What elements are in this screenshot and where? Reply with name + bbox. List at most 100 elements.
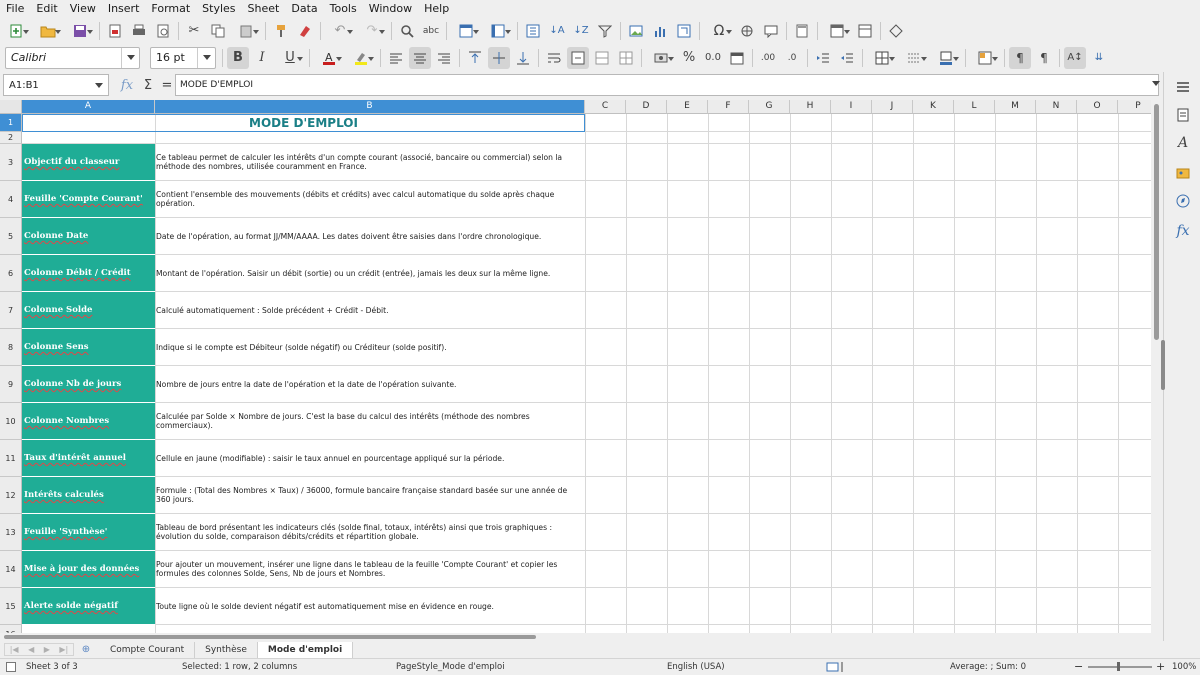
sort-asc-icon[interactable]: ↓A xyxy=(546,20,568,42)
description-cell[interactable]: Calculée par Solde × Nombre de jours. C'… xyxy=(155,403,585,439)
description-cell[interactable]: Pour ajouter un mouvement, insérer une l… xyxy=(155,551,585,587)
sheet-tab[interactable]: Compte Courant xyxy=(100,641,196,658)
column-header-g[interactable]: G xyxy=(749,100,790,114)
vertical-text-icon[interactable]: A↕ xyxy=(1064,46,1086,69)
description-cell[interactable]: Toute ligne où le solde devient négatif … xyxy=(155,588,585,624)
sidebar-menu-icon[interactable] xyxy=(1174,78,1192,96)
description-cell[interactable]: Date de l'opération, au format JJ/MM/AAA… xyxy=(155,218,585,254)
tab-navigation[interactable]: |◀ ◀ ▶ ▶| xyxy=(4,643,74,656)
menu-styles[interactable]: Styles xyxy=(196,0,241,17)
row-header-7[interactable]: 7 xyxy=(0,292,22,329)
label-cell[interactable]: Mise à jour des données xyxy=(22,551,155,588)
label-cell[interactable]: Colonne Date xyxy=(22,218,155,255)
row-header-10[interactable]: 10 xyxy=(0,403,22,440)
column-header-n[interactable]: N xyxy=(1036,100,1077,114)
menu-sheet[interactable]: Sheet xyxy=(242,0,286,17)
increase-indent-icon[interactable] xyxy=(812,47,834,69)
find-icon[interactable] xyxy=(396,20,418,42)
remove-decimal-button[interactable]: .0 xyxy=(781,47,803,69)
align-middle-icon[interactable] xyxy=(488,46,510,69)
row-header-9[interactable]: 9 xyxy=(0,366,22,403)
row-header-12[interactable]: 12 xyxy=(0,477,22,514)
horizontal-scroll-thumb[interactable] xyxy=(4,635,536,639)
navigator-icon[interactable] xyxy=(1174,192,1192,210)
copy-icon[interactable] xyxy=(207,20,229,42)
label-cell[interactable]: Objectif du classeur xyxy=(22,144,155,181)
align-left-icon[interactable] xyxy=(385,47,407,69)
menu-file[interactable]: File xyxy=(0,0,30,17)
label-cell[interactable]: Intérêts calculés xyxy=(22,477,155,514)
font-color-icon[interactable]: A xyxy=(314,47,344,69)
pivot-icon[interactable] xyxy=(673,20,695,42)
last-sheet-icon[interactable]: ▶| xyxy=(59,645,68,654)
new-doc-icon[interactable] xyxy=(1,20,31,42)
cut-icon[interactable]: ✂ xyxy=(183,20,205,42)
row-header-16[interactable]: 16 xyxy=(0,625,22,633)
description-cell[interactable]: Nombre de jours entre la date de l'opéra… xyxy=(155,366,585,402)
column-header-e[interactable]: E xyxy=(667,100,708,114)
row-header-14[interactable]: 14 xyxy=(0,551,22,588)
sort-icon[interactable] xyxy=(522,20,544,42)
row-header-6[interactable]: 6 xyxy=(0,255,22,292)
merge-cells-icon[interactable] xyxy=(591,47,613,69)
conditional-format-icon[interactable] xyxy=(970,47,1000,69)
open-icon[interactable] xyxy=(33,20,63,42)
zoom-slider[interactable] xyxy=(1088,666,1152,668)
first-sheet-icon[interactable]: |◀ xyxy=(10,645,19,654)
properties-icon[interactable] xyxy=(1174,106,1192,124)
label-cell[interactable]: Colonne Débit / Crédit xyxy=(22,255,155,292)
description-cell[interactable]: Formule : (Total des Nombres × Taux) / 3… xyxy=(155,477,585,513)
selection-mode-icon[interactable] xyxy=(826,659,846,675)
gallery-icon[interactable] xyxy=(1174,164,1192,182)
italic-button[interactable]: I xyxy=(251,47,273,69)
borders-icon[interactable] xyxy=(867,47,897,69)
currency-icon[interactable] xyxy=(646,47,676,69)
print-preview-icon[interactable] xyxy=(152,20,174,42)
align-top-icon[interactable] xyxy=(464,47,486,69)
column-header-h[interactable]: H xyxy=(790,100,831,114)
column-icon[interactable] xyxy=(483,20,513,42)
row-header-4[interactable]: 4 xyxy=(0,181,22,218)
row-header-8[interactable]: 8 xyxy=(0,329,22,366)
title-cell[interactable]: MODE D'EMPLOI xyxy=(22,114,585,132)
merge-center-icon[interactable] xyxy=(567,46,589,69)
sidebar-grip[interactable] xyxy=(1161,340,1165,390)
align-right-icon[interactable] xyxy=(433,47,455,69)
label-cell[interactable]: Colonne Nb de jours xyxy=(22,366,155,403)
export-pdf-icon[interactable] xyxy=(104,20,126,42)
row-header-5[interactable]: 5 xyxy=(0,218,22,255)
redo-icon[interactable]: ↷ xyxy=(357,20,387,42)
row-header-11[interactable]: 11 xyxy=(0,440,22,477)
unmerge-cells-icon[interactable] xyxy=(615,47,637,69)
label-cell[interactable]: Colonne Nombres xyxy=(22,403,155,440)
column-header-j[interactable]: J xyxy=(872,100,913,114)
column-header-m[interactable]: M xyxy=(995,100,1036,114)
label-cell[interactable]: Alerte solde négatif xyxy=(22,588,155,625)
label-cell[interactable]: Taux d'intérêt annuel xyxy=(22,440,155,477)
zoom-slider-knob[interactable] xyxy=(1117,662,1120,671)
underline-button[interactable]: U xyxy=(275,47,305,69)
sheet-tab[interactable]: Synthèse xyxy=(195,641,258,658)
prev-sheet-icon[interactable]: ◀ xyxy=(28,645,34,654)
header-footer-icon[interactable] xyxy=(791,20,813,42)
styles-icon[interactable]: A xyxy=(1174,134,1192,152)
spreadsheet-grid[interactable]: ABCDEFGHIJKLMNOP12345678910111213141516O… xyxy=(0,100,1151,633)
formula-icon[interactable]: = xyxy=(159,78,175,93)
row-header-2[interactable]: 2 xyxy=(0,132,22,144)
comment-icon[interactable] xyxy=(760,20,782,42)
wrap-text-icon[interactable] xyxy=(543,47,565,69)
next-sheet-icon[interactable]: ▶ xyxy=(44,645,50,654)
add-sheet-icon[interactable]: ⊕ xyxy=(78,644,94,655)
menu-format[interactable]: Format xyxy=(145,0,196,17)
description-cell[interactable]: Tableau de bord présentant les indicateu… xyxy=(155,514,585,550)
row-header-1[interactable]: 1 xyxy=(0,114,22,132)
sort-desc-icon[interactable]: ↓Z xyxy=(570,20,592,42)
sum-status[interactable]: Average: ; Sum: 0 xyxy=(950,659,1026,675)
vertical-scroll-thumb[interactable] xyxy=(1154,104,1159,340)
expand-formula-bar-icon[interactable] xyxy=(1152,81,1160,86)
chart-icon[interactable] xyxy=(649,20,671,42)
date-format-icon[interactable] xyxy=(726,47,748,69)
text-ltr-icon[interactable]: ¶ xyxy=(1009,46,1031,69)
menu-tools[interactable]: Tools xyxy=(324,0,363,17)
zoom-in-button[interactable]: + xyxy=(1156,659,1165,675)
